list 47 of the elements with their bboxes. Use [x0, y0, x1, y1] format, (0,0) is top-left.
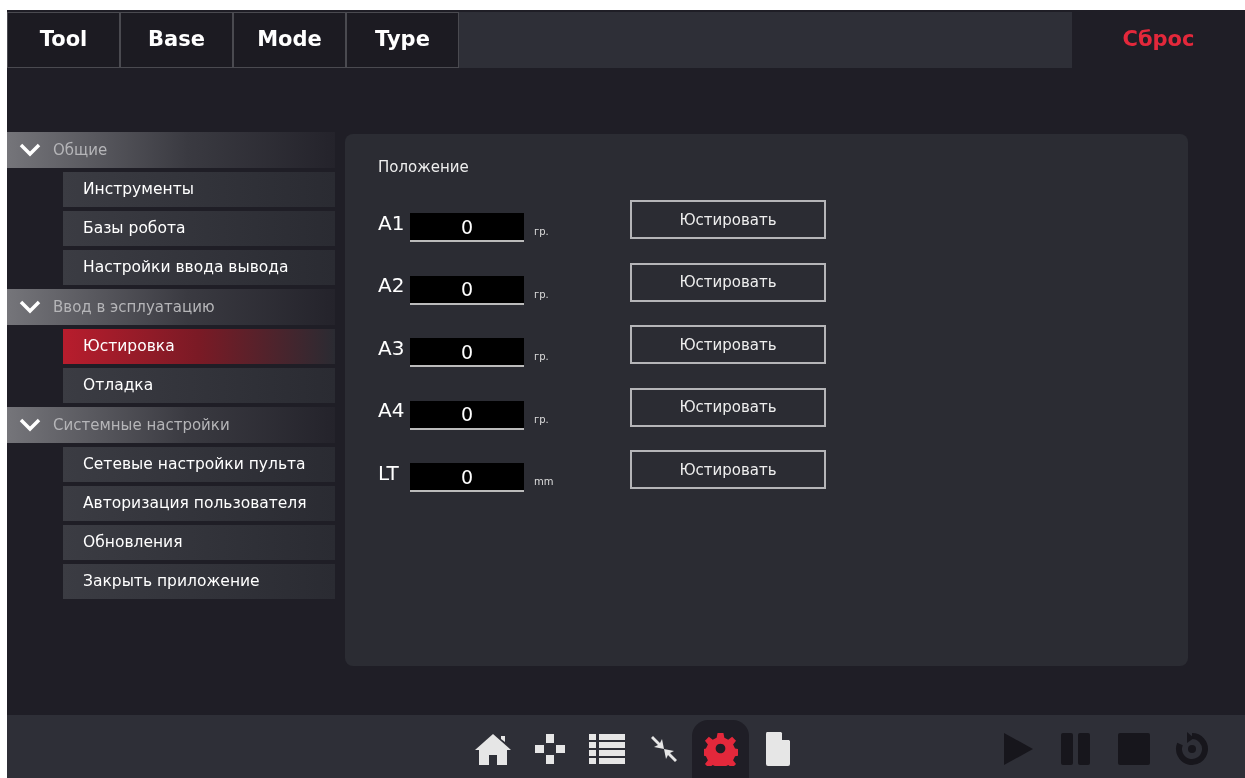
top-tab[interactable]: Type: [346, 12, 459, 68]
unit-label: гр.: [533, 287, 550, 302]
top-tab[interactable]: Tool: [7, 12, 120, 68]
value-field[interactable]: 0: [410, 463, 524, 493]
calibrate-button[interactable]: Юстировать: [630, 325, 826, 365]
axis-label: A2: [378, 272, 406, 300]
calibrate-button[interactable]: Юстировать: [630, 450, 826, 490]
sidebar-item[interactable]: Юстировка: [63, 329, 335, 364]
group-header[interactable]: Системные настройки: [7, 407, 335, 443]
sidebar-item[interactable]: Отладка: [63, 368, 335, 403]
unit-label: гр.: [533, 350, 550, 365]
pause-icon: [1061, 733, 1091, 765]
axis-label: A1: [378, 209, 406, 237]
sidebar-item[interactable]: Базы робота: [63, 211, 335, 246]
list-icon: [588, 733, 625, 765]
sidebar-item[interactable]: Настройки ввода вывода: [63, 250, 335, 285]
chevron-icon: [19, 418, 41, 432]
top-tab[interactable]: Mode: [233, 12, 346, 68]
axis-label: A3: [378, 334, 406, 362]
document-icon: [764, 732, 791, 766]
unit-label: гр.: [533, 225, 550, 240]
sidebar-item[interactable]: Сетевые настройки пульта: [63, 447, 335, 482]
calibrate-button[interactable]: Юстировать: [630, 200, 826, 240]
chevron-icon: [19, 143, 41, 157]
settings-icon: [703, 732, 738, 766]
stop-icon: [1118, 733, 1150, 765]
circular-arrow-icon: [1175, 732, 1209, 766]
value-field[interactable]: 0: [410, 213, 524, 243]
section-title: Положение: [378, 157, 470, 178]
sidebar-item[interactable]: Закрыть приложение: [63, 564, 335, 599]
chevron-icon: [19, 300, 41, 314]
axis-label: LT: [378, 459, 400, 487]
sidebar-item[interactable]: Авторизация пользователя: [63, 486, 335, 521]
unit-label: mm: [533, 475, 555, 490]
calibrate-button[interactable]: Юстировать: [630, 262, 826, 302]
sidebar-item[interactable]: Инструменты: [63, 172, 335, 207]
cross-arrows-icon: [533, 733, 566, 765]
unit-label: гр.: [533, 412, 550, 427]
value-field[interactable]: 0: [410, 275, 524, 305]
value-field[interactable]: 0: [410, 338, 524, 368]
axis-label: A4: [378, 397, 406, 425]
calibrate-button[interactable]: Юстировать: [630, 387, 826, 427]
value-field[interactable]: 0: [410, 400, 524, 430]
sidebar-item[interactable]: Обновления: [63, 525, 335, 560]
group-header[interactable]: Ввод в эсплуатацию: [7, 289, 335, 325]
play-icon: [1002, 732, 1034, 766]
top-tab[interactable]: Base: [120, 12, 233, 68]
